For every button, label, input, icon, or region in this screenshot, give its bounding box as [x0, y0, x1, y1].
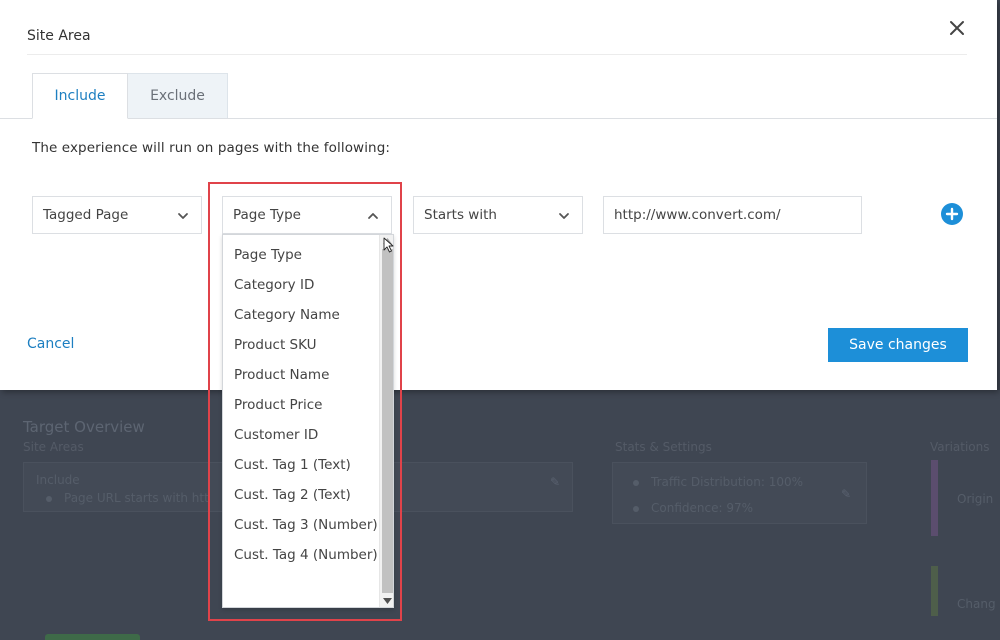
field-select-value: Tagged Page [43, 207, 129, 223]
dropdown-option[interactable]: Product SKU [223, 332, 379, 359]
tabs-divider [0, 118, 997, 119]
background-button [45, 634, 140, 640]
dropdown-option[interactable]: Category ID [223, 272, 379, 299]
dropdown-option[interactable]: Cust. Tag 1 (Text) [223, 452, 379, 479]
variation-original: Origin [957, 492, 994, 506]
target-overview-title: Target Overview [23, 418, 145, 436]
dropdown-options: Page Type Category ID Category Name Product… [223, 235, 379, 572]
field-select[interactable]: Tagged Page [32, 196, 202, 234]
include-label: Include [36, 473, 80, 487]
bullet [633, 505, 639, 512]
include-rule: Page URL starts with htt [46, 491, 209, 505]
attribute-select[interactable]: Page Type [222, 196, 392, 234]
close-icon[interactable] [946, 17, 968, 39]
scrollbar-thumb[interactable] [382, 249, 393, 593]
tab-include[interactable]: Include [32, 73, 128, 119]
mouse-cursor-icon [383, 237, 394, 253]
bullet [633, 479, 639, 486]
rule-description: The experience will run on pages with th… [32, 140, 391, 156]
variations-label: Variations [930, 440, 990, 454]
chevron-down-icon [559, 213, 569, 219]
url-value-input[interactable] [603, 196, 862, 234]
background-page: Target Overview Site Areas Stats & Setti… [0, 390, 1000, 640]
chevron-down-icon [178, 213, 188, 219]
dropdown-option[interactable]: Customer ID [223, 422, 379, 449]
dropdown-option[interactable]: Product Name [223, 362, 379, 389]
bullet [46, 495, 52, 502]
stats-settings-label: Stats & Settings [615, 440, 712, 454]
dropdown-option[interactable]: Cust. Tag 4 (Number) [223, 542, 379, 569]
tab-exclude[interactable]: Exclude [128, 73, 228, 119]
save-changes-button[interactable]: Save changes [828, 328, 968, 362]
divider [27, 54, 967, 55]
add-rule-button[interactable] [941, 203, 963, 225]
scroll-down-icon[interactable] [383, 598, 392, 604]
operator-select-value: Starts with [424, 207, 497, 223]
confidence: Confidence: 97% [633, 501, 753, 515]
traffic-distribution: Traffic Distribution: 100% [633, 475, 803, 489]
attribute-select-value: Page Type [233, 207, 301, 223]
dropdown-option[interactable]: Category Name [223, 302, 379, 329]
pencil-icon[interactable]: ✎ [550, 475, 560, 489]
variation-bar-original [931, 460, 938, 536]
stats-card: Traffic Distribution: 100% Confidence: 9… [612, 462, 867, 524]
dropdown-scrollbar[interactable] [379, 235, 393, 607]
modal-title: Site Area [27, 28, 91, 44]
attribute-dropdown-list: Page Type Category ID Category Name Product… [222, 234, 394, 608]
cancel-button[interactable]: Cancel [27, 336, 74, 352]
pencil-icon[interactable]: ✎ [841, 487, 851, 501]
dropdown-option[interactable]: Product Price [223, 392, 379, 419]
dropdown-option[interactable]: Page Type [223, 242, 379, 269]
site-area-modal: Site Area Include Exclude The experience… [0, 0, 997, 390]
site-areas-label: Site Areas [23, 440, 84, 454]
plus-circle-icon [945, 207, 959, 221]
operator-select[interactable]: Starts with [413, 196, 583, 234]
variation-bar-changes [931, 566, 938, 616]
dropdown-option[interactable]: Cust. Tag 3 (Number) [223, 512, 379, 539]
dropdown-option[interactable]: Cust. Tag 2 (Text) [223, 482, 379, 509]
variation-changes: Chang [957, 597, 996, 611]
chevron-up-icon [368, 213, 378, 219]
